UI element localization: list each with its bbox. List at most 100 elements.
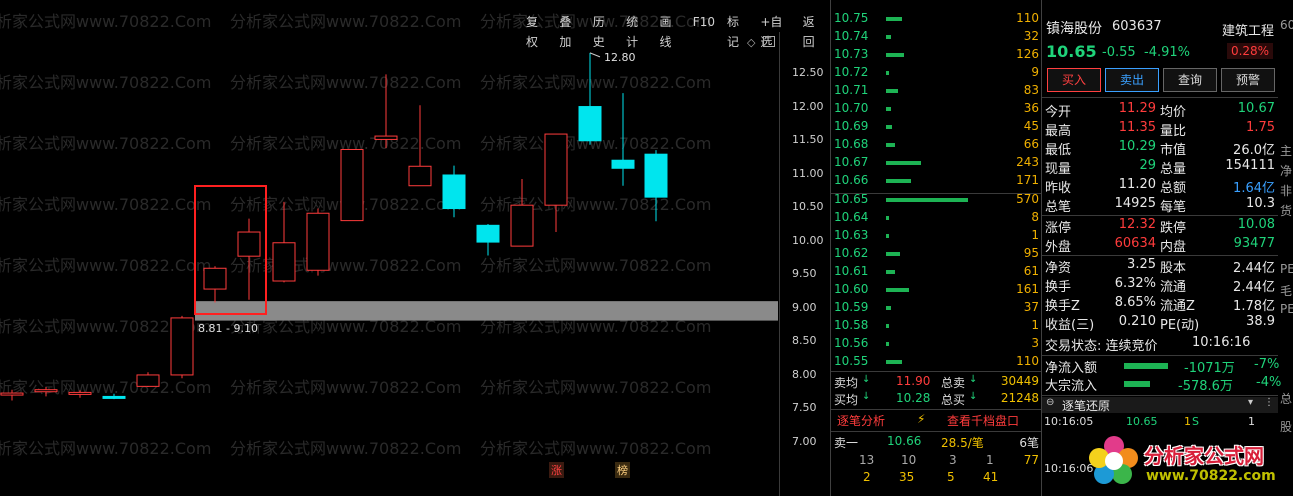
candle-body xyxy=(170,317,194,376)
buy-level-row[interactable]: 10.60 161 xyxy=(831,282,1041,300)
level-price: 10.65 xyxy=(834,192,869,206)
candle-body xyxy=(510,204,534,247)
level-price: 10.75 xyxy=(834,11,869,25)
badge-rise[interactable]: 涨 xyxy=(549,462,564,478)
buy-level-row[interactable]: 10.63 1 xyxy=(831,228,1041,246)
sell-level-row[interactable]: 10.69 45 xyxy=(831,119,1041,137)
buy-level-row[interactable]: 10.62 95 xyxy=(831,246,1041,264)
more-icon[interactable]: ⋮ xyxy=(1264,397,1274,408)
alert-button[interactable]: 预警 xyxy=(1221,68,1275,92)
sell-level-row[interactable]: 10.66 171 xyxy=(831,173,1041,191)
collapse-icon[interactable]: ⊖ xyxy=(1046,397,1054,408)
total-sell-value: 30449 xyxy=(1000,374,1039,388)
buy-level-row[interactable]: 10.61 61 xyxy=(831,264,1041,282)
sell-level-row[interactable]: 10.70 36 xyxy=(831,101,1041,119)
sector-label[interactable]: 建筑工程 xyxy=(1222,20,1274,39)
tick-analysis-link[interactable]: 逐笔分析 xyxy=(837,412,885,429)
level-price: 10.66 xyxy=(834,173,869,187)
buy-level-row[interactable]: 10.59 37 xyxy=(831,300,1041,318)
stock-code: 603637 xyxy=(1112,19,1162,34)
candle-body xyxy=(136,374,160,387)
level-volume: 126 xyxy=(1016,47,1039,61)
stat-value: 10.29 xyxy=(1118,139,1156,154)
toolbar-item-f10[interactable]: F10 xyxy=(687,12,721,32)
level-volume-bar xyxy=(886,306,891,310)
tick-grid-top: 13 10 3 1 77 xyxy=(831,453,1041,471)
sell-level-row[interactable]: 10.67 243 xyxy=(831,155,1041,173)
y-tick: 8.00 xyxy=(792,368,817,381)
stat-row: 收益(三) 0.210 PE(动) 38.9 xyxy=(1042,314,1278,333)
stat-label: 总额 xyxy=(1160,181,1187,196)
kline-chart[interactable]: 分析家公式网www.70822.Com 分析家公式网www.70822.Com 分析… xyxy=(0,0,830,496)
pin-icon[interactable]: ▾ xyxy=(1248,397,1253,408)
ask-avg-row: 卖均 ↓ 11.90 总卖 ↓ 30449 xyxy=(831,374,1041,392)
badge-rank[interactable]: 榜 xyxy=(615,462,630,478)
toolbar-item-mark[interactable]: 标记 xyxy=(721,12,754,49)
toolbar-item-restore-rights[interactable]: 复权 xyxy=(520,12,553,49)
divider xyxy=(1042,255,1278,256)
edge-text: 主 xyxy=(1280,144,1293,158)
thousand-level-link[interactable]: 查看千档盘口 xyxy=(947,412,1019,429)
buy-level-row[interactable]: 10.64 8 xyxy=(831,210,1041,228)
buy-level-row[interactable]: 10.58 1 xyxy=(831,318,1041,336)
stat-value: 14925 xyxy=(1114,196,1156,211)
sell-level-row[interactable]: 10.71 83 xyxy=(831,83,1041,101)
ticks-header: ⊖ 逐笔还原 ▾ ⋮ xyxy=(1042,397,1278,413)
toolbar-item-draw-line[interactable]: 画线 xyxy=(653,12,686,49)
sell-level-row[interactable]: 10.68 66 xyxy=(831,137,1041,155)
total-sell-label: 总卖 xyxy=(941,376,966,390)
level-price: 10.64 xyxy=(834,210,869,224)
buy-level-row[interactable]: 10.55 110 xyxy=(831,354,1041,372)
total-buy-value: 21248 xyxy=(1000,391,1039,405)
candle-body xyxy=(306,212,330,271)
restore-window-icon[interactable] xyxy=(763,36,775,47)
stat-label: 跌停 xyxy=(1160,221,1187,236)
tick-links-row: 逐笔分析 ⚡ 查看千档盘口 xyxy=(831,412,1041,430)
stat-label: 昨收 xyxy=(1045,181,1072,196)
toolbar-item-add-watchlist[interactable]: +自选 xyxy=(754,12,796,49)
level-volume: 8 xyxy=(1031,210,1039,224)
stat-label: 外盘 xyxy=(1045,240,1072,255)
block-value: -578.6万 xyxy=(1178,379,1233,394)
sell-level-row[interactable]: 10.73 126 xyxy=(831,47,1041,65)
buy-level-row[interactable]: 10.56 3 xyxy=(831,336,1041,354)
tick-volume: 1 xyxy=(1184,415,1191,428)
buy-level-row[interactable]: 10.65 570 xyxy=(831,192,1041,210)
candle-body xyxy=(0,392,24,396)
edge-text: 总 xyxy=(1280,392,1293,406)
y-tick: 11.00 xyxy=(792,167,824,180)
tick-side: S xyxy=(1192,415,1199,428)
level-volume-bar xyxy=(886,35,891,39)
level-price: 10.63 xyxy=(834,228,869,242)
candlestick-svg[interactable] xyxy=(0,0,830,496)
watermark-logo: 分析家公式网 www.70822.com xyxy=(1086,430,1276,492)
stat-row: 换手 6.32% 流通 2.44亿 xyxy=(1042,276,1278,295)
candle-body xyxy=(544,133,568,206)
candle-body xyxy=(203,267,227,290)
level-volume-bar xyxy=(886,234,889,238)
sell-button[interactable]: 卖出 xyxy=(1105,68,1159,92)
grid-cell: 41 xyxy=(983,470,999,484)
stat-value: 11.29 xyxy=(1118,101,1156,116)
level-volume: 243 xyxy=(1016,155,1039,169)
y-tick: 7.00 xyxy=(792,435,817,448)
sell-level-row[interactable]: 10.74 32 xyxy=(831,29,1041,47)
y-tick: 8.50 xyxy=(792,334,817,347)
toolbar-item-history[interactable]: 历史 xyxy=(587,12,620,49)
y-tick: 9.50 xyxy=(792,267,817,280)
lightning-icon[interactable]: ⚡ xyxy=(917,412,925,426)
stat-label: 净资 xyxy=(1045,261,1072,276)
buy-button[interactable]: 买入 xyxy=(1047,68,1101,92)
toolbar-item-back[interactable]: 返回 xyxy=(797,12,830,49)
tick-price: 10.65 xyxy=(1126,415,1158,428)
toolbar-item-overlay[interactable]: 叠加 xyxy=(553,12,586,49)
query-button[interactable]: 查询 xyxy=(1163,68,1217,92)
stat-value: 3.25 xyxy=(1127,257,1156,272)
sell-level-row[interactable]: 10.75 110 xyxy=(831,11,1041,29)
level-price: 10.58 xyxy=(834,318,869,332)
diamond-icon[interactable]: ◇ xyxy=(747,36,755,49)
level-volume-bar xyxy=(886,125,892,129)
toolbar-item-statistics[interactable]: 统计 xyxy=(620,12,653,49)
sell-level-row[interactable]: 10.72 9 xyxy=(831,65,1041,83)
candle-body xyxy=(237,231,261,257)
